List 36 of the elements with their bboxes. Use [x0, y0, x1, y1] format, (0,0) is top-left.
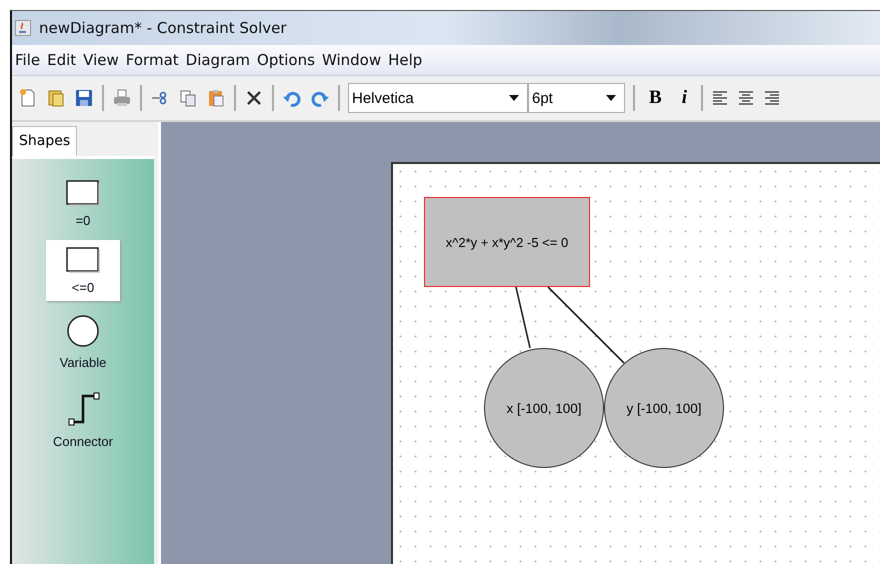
menu-item[interactable]: View [83, 51, 119, 69]
connector-line[interactable] [515, 286, 531, 348]
palette-item[interactable]: Connector [46, 382, 120, 455]
align-right-icon[interactable] [762, 89, 781, 107]
italic-button[interactable]: i [676, 87, 693, 109]
rectangle-icon [65, 179, 101, 207]
menu-item[interactable]: Help [388, 51, 422, 69]
menu-item[interactable]: Diagram [186, 51, 250, 69]
circle-icon [65, 313, 101, 349]
size-dropdown[interactable]: 6pt [528, 83, 625, 113]
caret-icon [606, 95, 616, 101]
caret-icon [509, 95, 519, 101]
menu-item[interactable]: Format [126, 51, 179, 69]
shapes-tab[interactable]: Shapes [12, 126, 78, 156]
rectangle-icon [65, 246, 101, 274]
bold-button[interactable]: B [643, 87, 668, 109]
save-icon[interactable] [74, 88, 94, 108]
align-left-icon[interactable] [710, 89, 729, 107]
palette-item[interactable]: <=0 [46, 240, 120, 301]
menu-item[interactable]: Window [322, 51, 382, 69]
palette-item[interactable]: =0 [46, 173, 120, 234]
menu-item[interactable]: Edit [47, 51, 76, 69]
constraint-node[interactable]: x^2*y + x*y^2 -5 <= 0 [424, 197, 590, 287]
clipboard-icon[interactable] [206, 88, 226, 108]
palette-item[interactable]: Variable [46, 307, 120, 376]
variable-node[interactable]: y [-100, 100] [604, 348, 724, 468]
align-center-icon[interactable] [736, 89, 755, 107]
copy-icon[interactable] [178, 88, 198, 108]
printer-icon[interactable] [112, 88, 132, 108]
variable-node[interactable]: x [-100, 100] [484, 348, 604, 468]
menu-item[interactable]: Options [257, 51, 315, 69]
connector-line[interactable] [547, 286, 625, 364]
folder-icon[interactable] [46, 88, 66, 108]
window-title: newDiagram* - Constraint Solver [39, 19, 287, 37]
menu-item[interactable]: File [15, 51, 40, 69]
font-dropdown[interactable]: Helvetica [348, 83, 528, 113]
